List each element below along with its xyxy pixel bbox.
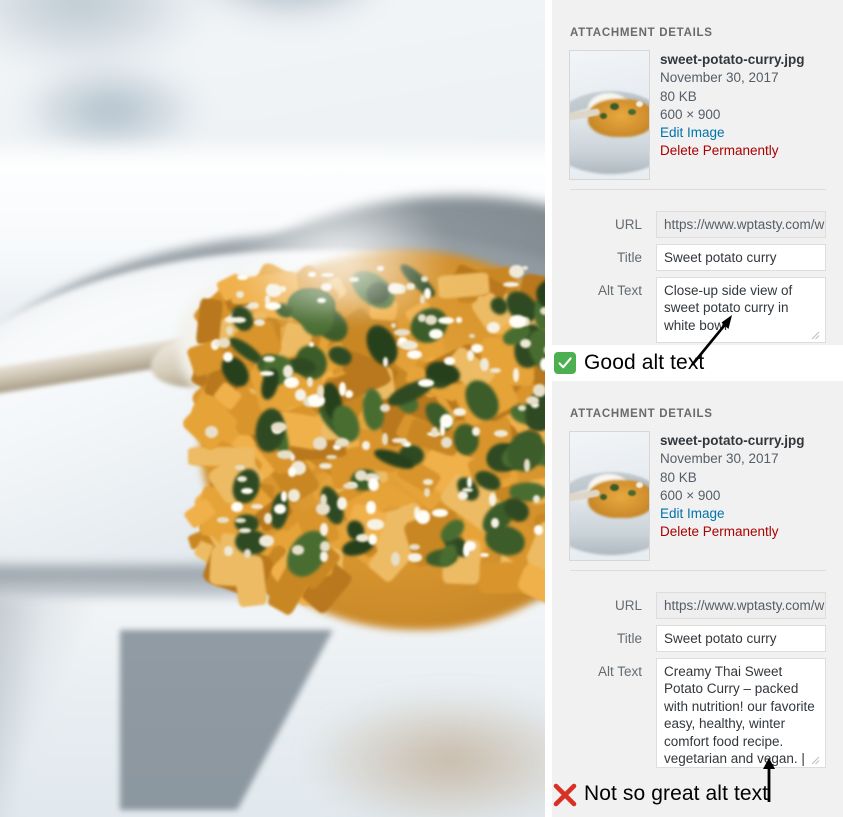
attachment-filename: sweet-potato-curry.jpg	[660, 52, 805, 67]
url-input-2[interactable]: https://www.wptasty.com/w	[656, 592, 826, 619]
annotation-arrow-bad	[763, 758, 775, 802]
title-label: Title	[616, 250, 642, 265]
url-input[interactable]: https://www.wptasty.com/w	[656, 211, 826, 238]
attachment-dimensions: 600 × 900	[660, 106, 721, 122]
alt-text-label-2: Alt Text	[597, 664, 642, 679]
section-title-attachment-details-2: ATTACHMENT DETAILS	[570, 408, 713, 420]
edit-image-link[interactable]: Edit Image	[660, 124, 805, 142]
resize-handle-icon[interactable]	[811, 331, 820, 340]
alt-text-row-2: Alt Text Creamy Thai Sweet Potato Curry …	[552, 658, 843, 768]
food-photograph	[0, 0, 545, 817]
alt-text-label: Alt Text	[597, 283, 642, 298]
annotation-label-bad: Not so great alt text	[584, 782, 769, 805]
attachment-thumbnail-2[interactable]	[569, 431, 650, 561]
attachment-details-sidebar: ATTACHMENT DETAILS sweet-potato-curry.jp…	[545, 0, 843, 817]
section-title-attachment-details: ATTACHMENT DETAILS	[570, 27, 713, 39]
attachment-thumbnail[interactable]	[569, 50, 650, 180]
attachment-panel-bad: ATTACHMENT DETAILS sweet-potato-curry.jp…	[552, 381, 843, 817]
attachment-filesize-2: 80 KB	[660, 469, 697, 485]
title-input[interactable]: Sweet potato curry	[656, 244, 826, 271]
title-label-2: Title	[616, 631, 642, 646]
panel-divider	[570, 189, 826, 190]
attachment-dimensions-2: 600 × 900	[660, 487, 721, 503]
attachment-metadata: sweet-potato-curry.jpg November 30, 2017…	[660, 51, 805, 161]
annotation-label-good: Good alt text	[584, 351, 705, 374]
photo-steam	[230, 175, 450, 315]
red-x-icon	[553, 783, 577, 807]
delete-permanently-link-2[interactable]: Delete Permanently	[660, 523, 805, 541]
attachment-filesize: 80 KB	[660, 88, 697, 104]
resize-handle-icon-2[interactable]	[811, 756, 820, 765]
photo-marble-warm-glow	[300, 690, 545, 817]
edit-image-link-2[interactable]: Edit Image	[660, 505, 805, 523]
url-row: URL https://www.wptasty.com/w	[552, 211, 843, 238]
alt-text-textarea-2[interactable]: Creamy Thai Sweet Potato Curry – packed …	[656, 658, 826, 768]
url-label: URL	[614, 217, 642, 232]
alt-text-textarea[interactable]: Close-up side view of sweet potato curry…	[656, 277, 826, 343]
attachment-date: November 30, 2017	[660, 70, 779, 86]
attachment-filename-2: sweet-potato-curry.jpg	[660, 433, 805, 448]
attachment-date-2: November 30, 2017	[660, 451, 779, 467]
url-label-2: URL	[614, 598, 642, 613]
url-row-2: URL https://www.wptasty.com/w	[552, 592, 843, 619]
title-row: Title Sweet potato curry	[552, 244, 843, 271]
panel-divider-2	[570, 570, 826, 571]
attachment-metadata-2: sweet-potato-curry.jpg November 30, 2017…	[660, 432, 805, 542]
delete-permanently-link[interactable]: Delete Permanently	[660, 142, 805, 160]
attachment-panel-good: ATTACHMENT DETAILS sweet-potato-curry.jp…	[552, 0, 843, 345]
green-check-icon	[554, 352, 576, 374]
title-input-2[interactable]: Sweet potato curry	[656, 625, 826, 652]
annotation-arrow-good	[690, 315, 732, 366]
title-row-2: Title Sweet potato curry	[552, 625, 843, 652]
